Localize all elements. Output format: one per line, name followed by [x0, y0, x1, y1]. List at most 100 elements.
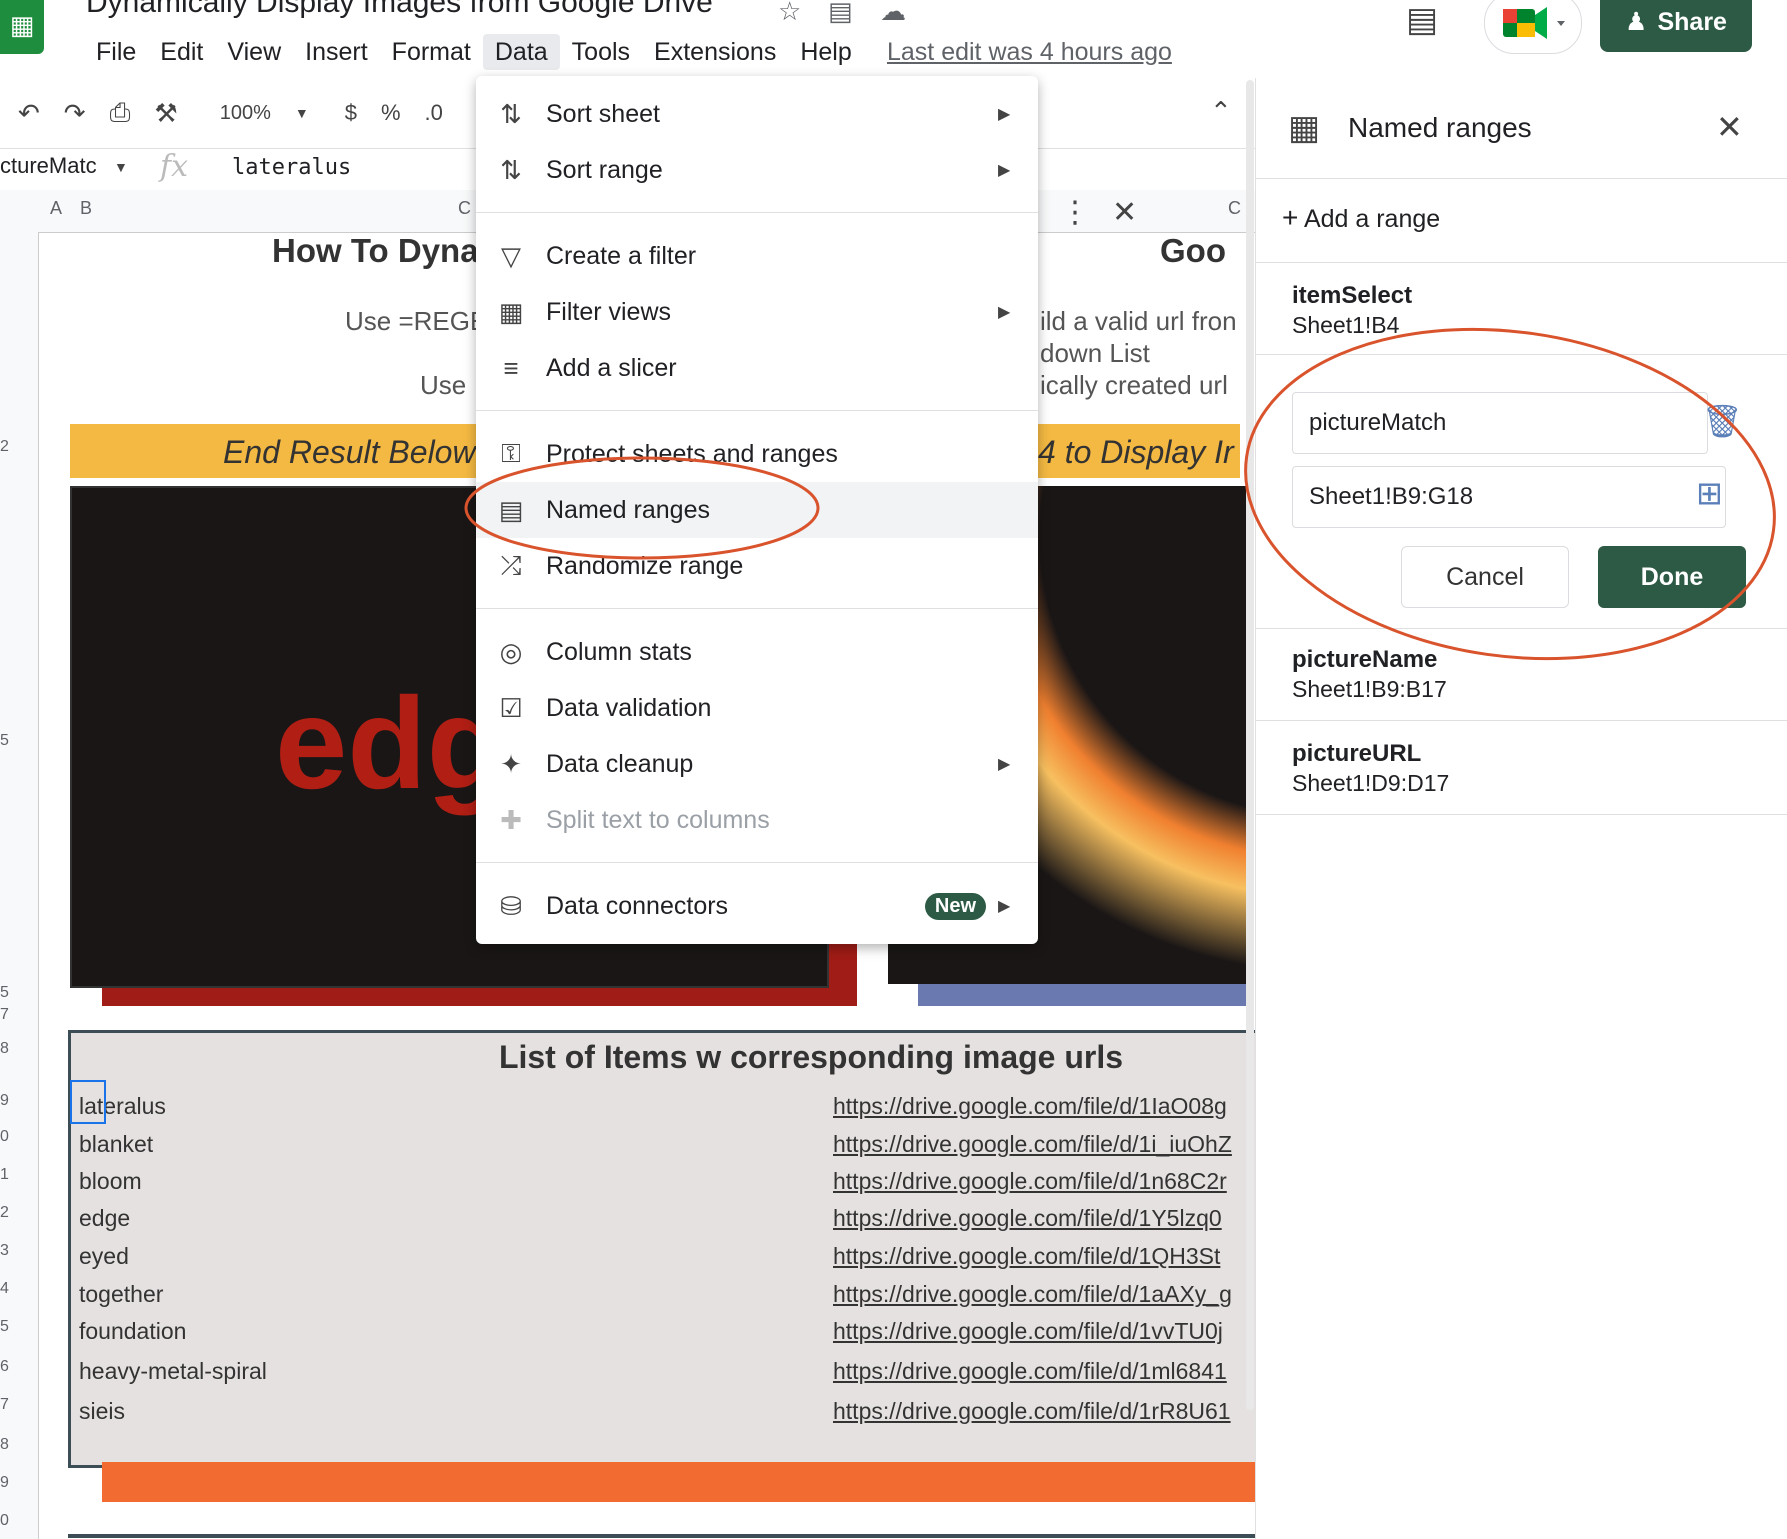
- menu-data[interactable]: Data: [482, 34, 560, 70]
- menu-item-protect[interactable]: ⚿ Protect sheets and ranges: [476, 426, 1038, 482]
- share-button[interactable]: ♟ Share: [1600, 0, 1752, 52]
- dialog-close-icon[interactable]: ✕: [1112, 195, 1137, 230]
- display-banner-text[interactable]: 4 to Display Ir: [1038, 434, 1234, 471]
- row-number[interactable]: 8: [0, 1040, 9, 1058]
- row-number[interactable]: 7: [0, 1396, 9, 1414]
- menu-help[interactable]: Help: [788, 34, 863, 70]
- list-title[interactable]: List of Items w corresponding image urls: [71, 1039, 1261, 1076]
- decimal-format-button[interactable]: .0: [413, 100, 455, 126]
- list-item-url[interactable]: https://drive.google.com/file/d/1aAXy_g: [833, 1281, 1232, 1308]
- end-result-banner-text[interactable]: End Result Below: [223, 434, 476, 471]
- sheet-title-right[interactable]: Goo: [1160, 232, 1226, 270]
- last-edit-link[interactable]: Last edit was 4 hours ago: [887, 34, 1172, 70]
- list-item-url[interactable]: https://drive.google.com/file/d/1ml6841: [833, 1358, 1227, 1385]
- name-box[interactable]: ctureMatc: [0, 153, 97, 179]
- list-item-name[interactable]: blanket: [79, 1131, 153, 1158]
- list-item-url[interactable]: https://drive.google.com/file/d/1Y5lzq0: [833, 1205, 1222, 1232]
- menu-item-sort-range[interactable]: ⇅ Sort range ▶: [476, 142, 1038, 198]
- menu-format[interactable]: Format: [380, 34, 483, 70]
- list-item-url[interactable]: https://drive.google.com/file/d/1IaO08g: [833, 1093, 1227, 1120]
- menu-edit[interactable]: Edit: [148, 34, 215, 70]
- list-item-url[interactable]: https://drive.google.com/file/d/1n68C2r: [833, 1168, 1227, 1195]
- trash-icon[interactable]: 🗑: [1702, 402, 1743, 440]
- row-number[interactable]: 8: [0, 1436, 9, 1454]
- menu-item-randomize[interactable]: ⤮ Randomize range: [476, 538, 1038, 594]
- row-number[interactable]: 9: [0, 1092, 9, 1110]
- menu-view[interactable]: View: [215, 34, 293, 70]
- instruction-line-2[interactable]: Use: [420, 370, 466, 401]
- menu-item-split-text[interactable]: ✚ Split text to columns: [476, 792, 1038, 848]
- list-item-name[interactable]: foundation: [79, 1318, 186, 1345]
- formula-input[interactable]: lateralus: [232, 155, 351, 180]
- currency-format-button[interactable]: $: [321, 100, 369, 126]
- instruction-right-1[interactable]: ild a valid url fron: [1040, 306, 1237, 337]
- row-number[interactable]: 9: [0, 1474, 9, 1492]
- column-c-header[interactable]: C: [458, 198, 471, 219]
- list-item-url[interactable]: https://drive.google.com/file/d/1vvTU0j: [833, 1318, 1223, 1345]
- row-number[interactable]: 2: [0, 1204, 9, 1222]
- row-number[interactable]: 0: [0, 1512, 9, 1530]
- row-number[interactable]: 3: [0, 1242, 9, 1260]
- range-ref-input[interactable]: Sheet1!B9:G18: [1292, 466, 1726, 528]
- list-item-name[interactable]: sieis: [79, 1398, 125, 1425]
- print-icon[interactable]: ⎙: [98, 97, 143, 129]
- select-range-grid-icon[interactable]: ⊞: [1696, 474, 1723, 512]
- list-item-url[interactable]: https://drive.google.com/file/d/1i_iuOhZ: [833, 1131, 1232, 1158]
- percent-format-button[interactable]: %: [369, 100, 413, 126]
- list-item-name[interactable]: together: [79, 1281, 163, 1308]
- cloud-saved-icon[interactable]: ☁: [880, 0, 906, 27]
- instruction-right-3[interactable]: ically created url: [1040, 370, 1228, 401]
- named-range-ref[interactable]: Sheet1!B9:B17: [1292, 676, 1447, 703]
- row-number[interactable]: 5: [0, 984, 9, 1002]
- namebox-chevron-down-icon[interactable]: ▼: [114, 159, 128, 175]
- done-button[interactable]: Done: [1598, 546, 1746, 608]
- zoom-select[interactable]: 100%: [190, 102, 283, 125]
- collapse-chevron-up-icon[interactable]: ⌃: [1210, 96, 1232, 127]
- menu-item-data-validation[interactable]: ☑ Data validation: [476, 680, 1038, 736]
- instruction-line-1[interactable]: Use =REGE: [345, 306, 487, 337]
- sheets-logo-icon[interactable]: ▦: [0, 0, 44, 54]
- list-item-name[interactable]: bloom: [79, 1168, 142, 1195]
- paint-format-icon[interactable]: ⚒: [142, 98, 189, 129]
- list-item-name[interactable]: heavy-metal-spiral: [79, 1358, 267, 1385]
- list-item-name[interactable]: eyed: [79, 1243, 129, 1270]
- menu-item-filter-views[interactable]: ▦ Filter views ▶: [476, 284, 1038, 340]
- row-number[interactable]: 5: [0, 732, 9, 750]
- named-range-name[interactable]: pictureURL: [1292, 740, 1421, 768]
- menu-item-column-stats[interactable]: ◎ Column stats: [476, 624, 1038, 680]
- list-item-name[interactable]: edge: [79, 1205, 130, 1232]
- cancel-button[interactable]: Cancel: [1401, 546, 1569, 608]
- column-header-partial[interactable]: C: [1228, 198, 1241, 219]
- menu-item-create-filter[interactable]: ▽ Create a filter: [476, 228, 1038, 284]
- named-range-ref[interactable]: Sheet1!B4: [1292, 312, 1399, 339]
- row-number[interactable]: 1: [0, 1166, 9, 1184]
- menu-item-data-connectors[interactable]: ⛁ Data connectors New ▶: [476, 878, 1038, 934]
- star-icon[interactable]: ☆: [778, 0, 801, 27]
- range-name-input[interactable]: pictureMatch: [1292, 392, 1708, 454]
- menu-insert[interactable]: Insert: [293, 34, 380, 70]
- move-folder-icon[interactable]: ▤: [828, 0, 853, 27]
- named-range-name[interactable]: itemSelect: [1292, 282, 1412, 310]
- active-cell-selection[interactable]: [70, 1080, 106, 1124]
- menu-item-named-ranges[interactable]: ▤ Named ranges: [476, 482, 1038, 538]
- column-a-header[interactable]: A: [50, 198, 62, 219]
- instruction-right-2[interactable]: down List: [1040, 338, 1150, 369]
- named-range-name[interactable]: pictureName: [1292, 646, 1437, 674]
- vertical-scrollbar[interactable]: [1246, 80, 1254, 1410]
- menu-item-sort-sheet[interactable]: ⇅ Sort sheet ▶: [476, 86, 1038, 142]
- row-number[interactable]: 2: [0, 438, 9, 456]
- menu-extensions[interactable]: Extensions: [642, 34, 788, 70]
- list-item-url[interactable]: https://drive.google.com/file/d/1rR8U61: [833, 1398, 1231, 1425]
- more-vert-icon[interactable]: ⋮: [1060, 195, 1090, 230]
- meet-button[interactable]: [1484, 0, 1582, 54]
- list-item-url[interactable]: https://drive.google.com/file/d/1QH3St: [833, 1243, 1220, 1270]
- menu-item-data-cleanup[interactable]: ✦ Data cleanup ▶: [476, 736, 1038, 792]
- column-b-header[interactable]: B: [80, 198, 92, 219]
- row-number[interactable]: 4: [0, 1280, 9, 1298]
- comment-history-icon[interactable]: ▤: [1406, 0, 1438, 40]
- menu-item-add-slicer[interactable]: ≡ Add a slicer: [476, 340, 1038, 396]
- panel-close-icon[interactable]: ✕: [1716, 108, 1743, 146]
- document-title[interactable]: Dynamically Display Images from Google D…: [86, 0, 713, 20]
- chevron-down-icon[interactable]: ▼: [283, 105, 321, 121]
- named-range-ref[interactable]: Sheet1!D9:D17: [1292, 770, 1449, 797]
